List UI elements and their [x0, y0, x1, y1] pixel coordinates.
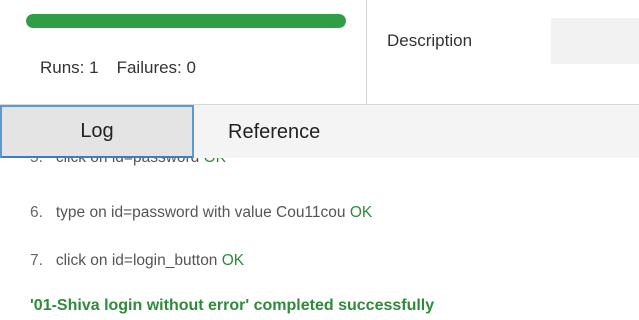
log-line-text: type on id=password with value Cou11cou — [55, 204, 346, 221]
log-line-number: 7. — [30, 252, 43, 269]
tab-bar: Log Reference — [0, 104, 639, 159]
test-progress-bar — [26, 14, 346, 28]
log-line: 5. click on id=password OK — [30, 158, 226, 167]
run-stats: Runs: 1 Failures: 0 — [40, 58, 196, 78]
log-result-message: '01-Shiva login without error' completed… — [30, 297, 435, 314]
description-label: Description — [387, 31, 473, 50]
tab-reference[interactable]: Reference — [194, 105, 374, 159]
log-line-status: OK — [204, 158, 226, 166]
test-progress-fill — [26, 14, 346, 28]
log-line-status: OK — [349, 204, 373, 221]
test-summary-area: Runs: 1 Failures: 0 Description — [0, 0, 639, 104]
log-line-number: 5. — [30, 158, 43, 166]
panel-divider — [366, 0, 367, 104]
log-line-text: click on id=password — [56, 158, 199, 166]
log-line: 6. type on id=password with value Cou11c… — [30, 204, 372, 222]
log-line-number: 6. — [30, 204, 43, 221]
tab-log[interactable]: Log — [0, 105, 194, 159]
log-line: 7. click on id=login_button OK — [30, 252, 244, 270]
description-field[interactable] — [551, 18, 639, 64]
failures-count: Failures: 0 — [116, 58, 196, 77]
log-panel[interactable]: 5. click on id=password OK 6. type on id… — [0, 158, 639, 320]
test-runner-panel: Runs: 1 Failures: 0 Description Log Refer… — [0, 0, 639, 320]
log-line-text: click on id=login_button — [55, 252, 218, 269]
log-line-status: OK — [221, 252, 245, 269]
runs-count: Runs: 1 — [40, 58, 99, 77]
